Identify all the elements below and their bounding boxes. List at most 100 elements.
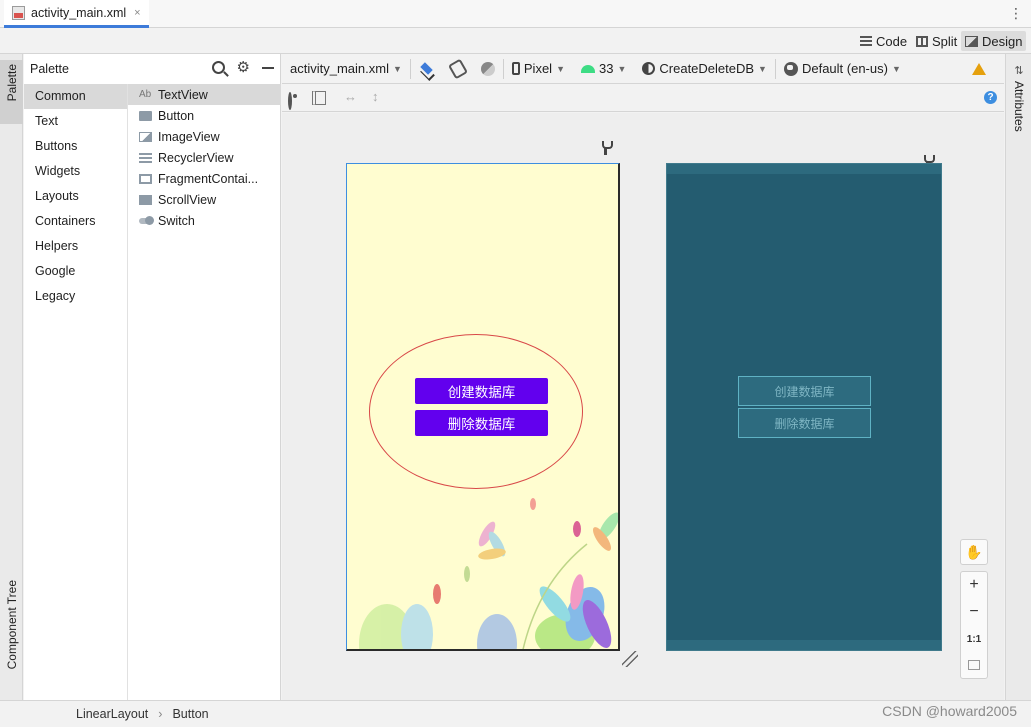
actual-size-button[interactable]: 1:1: [961, 626, 987, 652]
palette-category-list: Common Text Buttons Widgets Layouts Cont…: [24, 84, 128, 700]
eye-icon[interactable]: [288, 92, 292, 110]
file-tab[interactable]: activity_main.xml ×: [4, 0, 149, 28]
breadcrumb-button[interactable]: Button: [172, 707, 208, 721]
night-mode-button[interactable]: [473, 54, 503, 84]
theme-icon: [642, 62, 656, 75]
textview-icon: Ab: [139, 89, 152, 100]
locale-dropdown[interactable]: Default (en-us) ▼: [776, 54, 909, 84]
blueprint-create-button[interactable]: 创建数据库: [738, 376, 871, 406]
design-icon: [965, 35, 978, 47]
theme-dropdown[interactable]: CreateDeleteDB ▼: [634, 54, 775, 84]
breadcrumb-linearlayout[interactable]: LinearLayout: [76, 707, 148, 721]
design-surface-button[interactable]: [411, 54, 443, 84]
design-mode-button[interactable]: Design: [961, 31, 1027, 51]
rotate-icon: [447, 58, 468, 79]
category-widgets[interactable]: Widgets: [24, 159, 127, 184]
zoom-controls: + − 1:1: [960, 571, 988, 679]
category-containers[interactable]: Containers: [24, 209, 127, 234]
zoom-out-button[interactable]: −: [961, 599, 987, 625]
blueprint-delete-button[interactable]: 删除数据库: [738, 408, 871, 438]
code-icon: [860, 36, 872, 46]
widget-imageview[interactable]: ImageView: [128, 126, 281, 147]
gear-icon[interactable]: ⚙: [237, 60, 250, 75]
widget-label: ImageView: [158, 129, 220, 144]
widget-label: Button: [158, 108, 195, 123]
create-database-button[interactable]: 创建数据库: [415, 378, 548, 404]
phone-icon: [511, 62, 520, 75]
category-google[interactable]: Google: [24, 259, 127, 284]
widget-label: TextView: [158, 87, 208, 102]
vertical-resize-icon[interactable]: ↕: [372, 89, 379, 104]
layers-icon: [419, 62, 435, 76]
locale-label: Default (en-us): [801, 61, 888, 76]
api-level-dropdown[interactable]: 33 ▼: [573, 54, 634, 84]
widget-label: RecyclerView: [158, 150, 234, 165]
minimize-icon[interactable]: [262, 66, 274, 69]
file-dropdown[interactable]: activity_main.xml ▼: [282, 54, 410, 84]
palette-side-label: Palette: [4, 64, 19, 102]
category-buttons[interactable]: Buttons: [24, 134, 127, 159]
category-helpers[interactable]: Helpers: [24, 234, 127, 259]
delete-database-button[interactable]: 删除数据库: [415, 410, 548, 436]
design-toolbar: activity_main.xml ▼ Pixel ▼ 33 ▼ CreateD…: [282, 54, 1004, 84]
button-icon: [139, 110, 152, 121]
component-tree-side-tab[interactable]: Component Tree: [0, 580, 23, 690]
fragmentcontainer-icon: [139, 173, 152, 184]
layout-columns-icon[interactable]: [312, 91, 326, 105]
right-tool-strip: ⇅ Attributes: [1005, 54, 1031, 700]
fit-screen-button[interactable]: [961, 652, 987, 678]
palette-widget-list: Ab TextView Button ImageView RecyclerVie…: [128, 84, 281, 231]
help-icon[interactable]: ?: [984, 91, 997, 104]
more-options-icon[interactable]: ⋮: [1009, 5, 1023, 22]
pan-tool-button[interactable]: ✋: [960, 539, 988, 565]
view-mode-bar: Code Split Design: [0, 28, 1031, 54]
theme-label: CreateDeleteDB: [659, 61, 755, 76]
scrollview-icon: [139, 194, 152, 205]
blueprint-preview-frame[interactable]: 创建数据库 删除数据库: [666, 163, 942, 651]
hand-icon: ✋: [965, 543, 983, 560]
breadcrumb-separator: ›: [158, 707, 163, 721]
palette-side-tab[interactable]: Palette: [0, 60, 23, 124]
horizontal-resize-icon[interactable]: ↔: [344, 89, 357, 104]
search-icon[interactable]: [211, 61, 225, 74]
resize-handle-icon[interactable]: [622, 651, 638, 667]
code-mode-button[interactable]: Code: [856, 31, 911, 51]
category-common[interactable]: Common: [24, 84, 127, 109]
wrench-icon[interactable]: [600, 141, 613, 155]
palette-panel: Palette ⚙ Common Text Buttons Widgets La…: [24, 54, 281, 700]
device-dropdown[interactable]: Pixel ▼: [504, 54, 573, 84]
palette-title: Palette: [30, 62, 69, 76]
widget-label: Switch: [158, 213, 195, 228]
category-text[interactable]: Text: [24, 109, 127, 134]
split-label: Split: [932, 33, 958, 49]
widget-switch[interactable]: Switch: [128, 210, 281, 231]
widget-scrollview[interactable]: ScrollView: [128, 189, 281, 210]
chevron-down-icon: ▼: [891, 63, 901, 74]
design-preview-frame[interactable]: 创建数据库 删除数据库: [346, 163, 620, 651]
split-mode-button[interactable]: Split: [912, 31, 961, 51]
orientation-button[interactable]: [443, 54, 473, 84]
category-legacy[interactable]: Legacy: [24, 284, 127, 309]
attributes-side-tab[interactable]: ⇅ Attributes: [1008, 64, 1030, 132]
component-tree-side-label: Component Tree: [4, 580, 19, 670]
category-layouts[interactable]: Layouts: [24, 184, 127, 209]
widget-button[interactable]: Button: [128, 105, 281, 126]
design-canvas: 创建数据库 删除数据库 创建数据库 删除数据库 ✋ + − 1:1: [282, 113, 1004, 700]
chevron-down-icon: ▼: [617, 63, 627, 74]
android-icon: [581, 64, 595, 73]
xml-file-icon: [12, 5, 25, 20]
chevron-down-icon: ▼: [758, 63, 767, 74]
attributes-icon: ⇅: [1014, 65, 1024, 77]
device-label: Pixel: [523, 61, 553, 76]
close-tab-icon[interactable]: ×: [134, 7, 140, 19]
widget-textview[interactable]: Ab TextView: [128, 84, 281, 105]
attributes-side-label: Attributes: [1012, 81, 1026, 132]
design-label: Design: [982, 33, 1023, 49]
zoom-in-button[interactable]: +: [961, 572, 987, 598]
widget-label: FragmentContai...: [158, 171, 259, 186]
widget-fragmentcontainer[interactable]: FragmentContai...: [128, 168, 281, 189]
blueprint-nav-bar: [667, 640, 941, 650]
widget-recyclerview[interactable]: RecyclerView: [128, 147, 281, 168]
warnings-button[interactable]: [964, 54, 994, 84]
flower-background-illustration: [359, 498, 618, 649]
